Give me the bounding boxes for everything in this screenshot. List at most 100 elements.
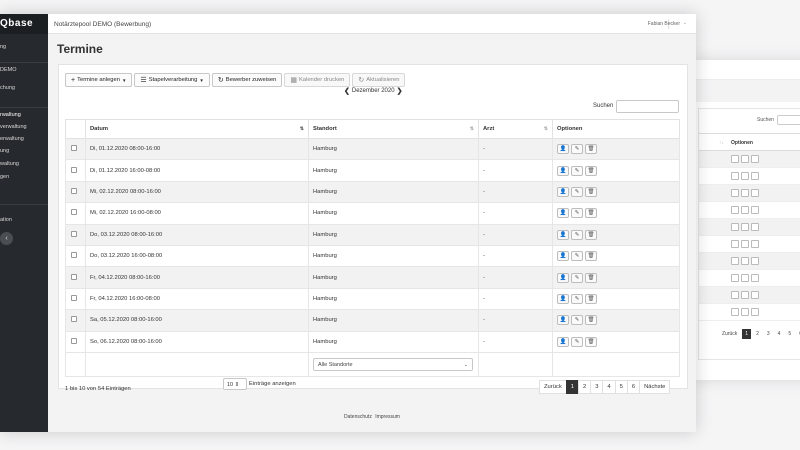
sidebar-item[interactable]: chung [0,85,15,91]
edit-icon[interactable]: ✎ [571,272,583,283]
user-icon[interactable] [731,155,739,163]
trash-icon[interactable]: 🗑 [585,336,597,347]
row-checkbox[interactable] [71,316,77,323]
table-row[interactable]: Fr, 04.12.2020 08:00-16:00 Hamburg - 👤 ✎ 🗑 [65,266,680,289]
table-row[interactable]: Do, 03.12.2020 08:00-16:00 Hamburg - 👤 ✎ 🗑 [65,223,680,246]
edit-icon[interactable]: ✎ [571,293,583,304]
user-icon[interactable]: 👤 [557,186,569,197]
row-checkbox[interactable] [71,166,77,173]
standort-filter-select[interactable]: Alle Standorte ⌄ [313,357,473,371]
header-arzt[interactable]: Arzt ⇅ [478,119,553,139]
trash-icon[interactable]: 🗑 [585,144,597,155]
edit-icon[interactable] [741,172,749,180]
edit-icon[interactable] [741,240,749,248]
trash-icon[interactable] [751,257,759,265]
user-icon[interactable] [731,274,739,282]
row-checkbox[interactable] [71,294,77,301]
trash-icon[interactable] [751,274,759,282]
brand-logo[interactable]: Qbase [0,14,48,34]
edit-icon[interactable] [741,223,749,231]
table-row[interactable]: Di, 01.12.2020 16:00-08:00 Hamburg - 👤 ✎ 🗑 [65,159,680,182]
user-icon[interactable]: 👤 [557,251,569,262]
trash-icon[interactable] [751,172,759,180]
sort-icon[interactable]: ⇅ [544,126,548,132]
prev-month-icon[interactable]: ❮ [344,87,350,95]
pagination-prev-button[interactable]: Zurück [539,380,567,394]
table-row[interactable]: Di, 01.12.2020 08:00-16:00 Hamburg - 👤 ✎ 🗑 [65,137,680,161]
sidebar-item[interactable]: verwaltung [0,124,27,130]
sidebar-item[interactable]: ation [0,217,12,223]
user-icon[interactable] [731,223,739,231]
user-icon[interactable] [731,172,739,180]
chevron-down-icon[interactable]: ⌄ [683,20,687,26]
row-checkbox[interactable] [71,252,77,259]
user-icon[interactable]: 👤 [557,144,569,155]
bg-search-input[interactable] [777,115,800,125]
page-length-select[interactable]: 10 ⇕ [223,378,247,390]
sidebar-item[interactable]: waltung [0,161,19,167]
edit-icon[interactable]: ✎ [571,208,583,219]
edit-icon[interactable]: ✎ [571,229,583,240]
trash-icon[interactable] [751,189,759,197]
aktualisieren-button[interactable]: ↻ Aktualisieren [352,73,406,87]
user-icon[interactable] [731,291,739,299]
termine-anlegen-button[interactable]: + Termine anlegen ▼ [65,73,133,87]
trash-icon[interactable] [751,155,759,163]
user-icon[interactable] [731,240,739,248]
bewerber-zuweisen-button[interactable]: ↻ Bewerber zuweisen [211,73,283,87]
sidebar-item[interactable]: gen [0,174,9,180]
edit-icon[interactable] [741,189,749,197]
impressum-link[interactable]: Impressum [375,414,400,420]
kalender-drucken-button[interactable]: ▦ Kalender drucken [284,73,351,87]
edit-icon[interactable]: ✎ [571,144,583,155]
pagination-page-5[interactable]: 5 [614,380,628,394]
bg-pagination-item[interactable]: 5 [785,329,794,339]
row-checkbox[interactable] [71,230,77,237]
row-checkbox[interactable] [71,337,77,344]
user-icon[interactable]: 👤 [557,272,569,283]
user-icon[interactable] [731,308,739,316]
sidebar-item[interactable]: rwaltung [0,112,21,118]
trash-icon[interactable]: 🗑 [585,186,597,197]
table-row[interactable]: Mi, 02.12.2020 16:00-08:00 Hamburg - 👤 ✎ 🗑 [65,202,680,225]
pagination-page-1[interactable]: 1 [565,380,579,394]
search-input[interactable] [616,100,679,113]
bg-pagination-item[interactable]: 1 [742,329,752,339]
edit-icon[interactable] [741,308,749,316]
edit-icon[interactable] [741,274,749,282]
table-row[interactable]: Fr, 04.12.2020 16:00-08:00 Hamburg - 👤 ✎ 🗑 [65,287,680,311]
next-month-icon[interactable]: ❯ [397,87,403,95]
user-icon[interactable] [731,189,739,197]
user-icon[interactable]: 👤 [557,315,569,326]
trash-icon[interactable] [751,223,759,231]
trash-icon[interactable]: 🗑 [585,165,597,176]
sidebar-item[interactable]: ng [0,44,6,50]
pagination-page-3[interactable]: 3 [590,380,604,394]
pagination-page-6[interactable]: 6 [626,380,641,394]
user-menu[interactable]: Fabian Becker [648,21,680,27]
sort-icon[interactable]: ⇅ [470,126,474,132]
datenschutz-link[interactable]: Datenschutz [344,414,372,420]
row-checkbox[interactable] [71,273,77,280]
trash-icon[interactable]: 🗑 [585,272,597,283]
edit-icon[interactable]: ✎ [571,315,583,326]
trash-icon[interactable]: 🗑 [585,229,597,240]
pagination-next-button[interactable]: Nächste [639,380,671,394]
table-row[interactable]: So, 06.12.2020 08:00-16:00 Hamburg - 👤 ✎ 🗑 [65,330,680,353]
edit-icon[interactable]: ✎ [571,336,583,347]
pagination-page-2[interactable]: 2 [577,380,592,394]
trash-icon[interactable] [751,308,759,316]
sidebar-item[interactable]: erwaltung [0,136,24,142]
bg-pagination-item[interactable]: 3 [764,329,773,339]
stapelverarbeitung-button[interactable]: ☰ Stapelverarbeitung ▼ [134,73,210,87]
edit-icon[interactable]: ✎ [571,251,583,262]
row-checkbox[interactable] [71,209,77,216]
user-icon[interactable]: 👤 [557,165,569,176]
user-icon[interactable]: 👤 [557,229,569,240]
trash-icon[interactable] [751,291,759,299]
table-row[interactable]: Do, 03.12.2020 16:00-08:00 Hamburg - 👤 ✎ 🗑 [65,244,680,268]
edit-icon[interactable]: ✎ [571,186,583,197]
edit-icon[interactable] [741,206,749,214]
edit-icon[interactable]: ✎ [571,165,583,176]
sidebar-collapse-icon[interactable]: ‹ [0,232,13,245]
